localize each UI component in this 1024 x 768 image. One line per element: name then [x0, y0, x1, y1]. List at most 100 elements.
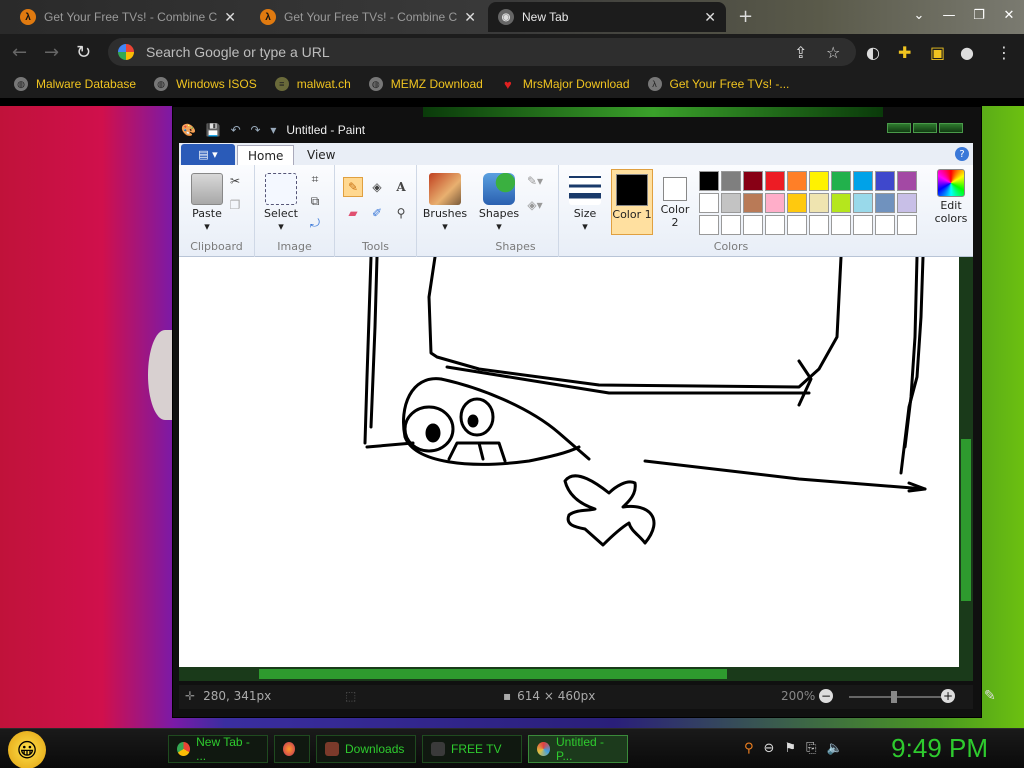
menu-icon[interactable]: ⋮	[996, 43, 1012, 62]
horizontal-scrollbar[interactable]	[179, 667, 973, 681]
color1-button[interactable]: Color 1	[611, 169, 653, 235]
minimize-icon[interactable]: —	[934, 0, 964, 30]
palette-swatch[interactable]	[743, 215, 763, 235]
color2-button[interactable]: Color 2	[657, 169, 693, 229]
palette-swatch[interactable]	[875, 171, 895, 191]
palette-swatch[interactable]	[787, 215, 807, 235]
text-icon[interactable]: A	[391, 177, 411, 197]
palette-swatch[interactable]	[699, 193, 719, 213]
new-tab-icon[interactable]: +	[738, 6, 753, 27]
shapes-button[interactable]: Shapes ▾	[475, 173, 523, 233]
fill-shape-icon[interactable]: ◈▾	[525, 195, 545, 215]
help-icon[interactable]: ?	[955, 147, 969, 161]
palette-swatch[interactable]	[721, 171, 741, 191]
pencil-icon[interactable]: ✎	[343, 177, 363, 197]
restore-icon[interactable]: ❐	[964, 0, 994, 30]
color-picker-icon[interactable]: ✐	[367, 203, 387, 223]
palette-swatch[interactable]	[831, 215, 851, 235]
bookmark-item[interactable]: ♥ MrsMajor Download	[501, 77, 630, 92]
palette-swatch[interactable]	[809, 171, 829, 191]
palette-swatch[interactable]	[853, 171, 873, 191]
bookmark-item[interactable]: λ Get Your Free TVs! -...	[647, 77, 789, 91]
palette-swatch[interactable]	[831, 171, 851, 191]
save-icon[interactable]: 💾	[206, 123, 221, 137]
zoom-slider-track[interactable]	[849, 696, 945, 698]
side-panel-icon[interactable]: ▣	[930, 43, 945, 62]
copy-icon[interactable]: ❐	[225, 195, 245, 215]
palette-swatch[interactable]	[809, 215, 829, 235]
palette-swatch[interactable]	[765, 215, 785, 235]
palette-swatch[interactable]	[699, 171, 719, 191]
palette-swatch[interactable]	[831, 193, 851, 213]
close-button[interactable]	[939, 123, 963, 133]
omnibox[interactable]	[108, 38, 856, 66]
file-menu-button[interactable]: ▤ ▾	[181, 144, 235, 165]
palette-swatch[interactable]	[743, 193, 763, 213]
palette-swatch[interactable]	[721, 215, 741, 235]
tab-view[interactable]: View	[297, 145, 345, 165]
palette-swatch[interactable]	[699, 215, 719, 235]
scroll-thumb[interactable]	[259, 669, 727, 679]
fill-icon[interactable]: ◈	[367, 177, 387, 197]
bookmark-item[interactable]: ◍ Windows ISOS	[154, 77, 257, 91]
address-input[interactable]	[146, 44, 766, 60]
taskbar-item[interactable]: FREE TV	[422, 735, 522, 763]
zoom-out-button[interactable]: −	[819, 689, 833, 703]
select-button[interactable]: Select ▾	[257, 173, 305, 233]
palette-swatch[interactable]	[897, 215, 917, 235]
browser-tab[interactable]: λ Get Your Free TVs! - Combine C ✕	[250, 2, 486, 32]
palette-swatch[interactable]	[721, 193, 741, 213]
palette-swatch[interactable]	[787, 171, 807, 191]
taskbar-item[interactable]	[274, 735, 310, 763]
minus-circle-icon[interactable]: ⊖	[764, 741, 775, 756]
flag-icon[interactable]: ⚑	[784, 741, 796, 756]
close-icon[interactable]: ✕	[464, 9, 476, 26]
maximize-button[interactable]	[913, 123, 937, 133]
palette-swatch[interactable]	[897, 171, 917, 191]
bookmark-item[interactable]: ≡ malwat.ch	[274, 77, 351, 91]
crop-icon[interactable]: ⌗	[305, 169, 325, 189]
zoom-in-button[interactable]: +	[941, 689, 955, 703]
paint-canvas[interactable]	[179, 257, 959, 667]
palette-swatch[interactable]	[765, 193, 785, 213]
outline-icon[interactable]: ✎▾	[525, 171, 545, 191]
network-icon[interactable]: ⎘	[806, 741, 816, 756]
start-button[interactable]: 😀	[8, 731, 46, 768]
undo-icon[interactable]: ↶	[231, 123, 241, 137]
forward-icon[interactable]: →	[44, 42, 59, 63]
star-icon[interactable]: ☆	[826, 43, 840, 62]
eraser-icon[interactable]: ▰	[343, 203, 363, 223]
profile-flag-icon[interactable]: ◐	[866, 43, 880, 62]
taskbar-item[interactable]: New Tab - ...	[168, 735, 268, 763]
volume-icon[interactable]: 🔈	[827, 741, 843, 756]
palette-swatch[interactable]	[853, 215, 873, 235]
close-icon[interactable]: ✕	[224, 9, 236, 26]
chevron-down-icon[interactable]: ⌄	[904, 0, 934, 30]
customize-qat-icon[interactable]: ▾	[270, 123, 276, 137]
close-icon[interactable]: ✕	[704, 9, 716, 26]
palette-swatch[interactable]	[787, 193, 807, 213]
palette-swatch[interactable]	[809, 193, 829, 213]
palette-swatch[interactable]	[743, 171, 763, 191]
browser-tab-active[interactable]: ◉ New Tab ✕	[488, 2, 726, 32]
taskbar-item[interactable]: Untitled - P...	[528, 735, 628, 763]
scroll-thumb[interactable]	[961, 439, 971, 601]
magnifier-icon[interactable]: ⚲	[391, 203, 411, 223]
palette-swatch[interactable]	[875, 193, 895, 213]
palette-swatch[interactable]	[875, 215, 895, 235]
paste-button[interactable]: Paste ▾	[183, 173, 231, 233]
tab-home[interactable]: Home	[237, 145, 295, 165]
vertical-scrollbar[interactable]	[959, 257, 973, 667]
redo-icon[interactable]: ↷	[250, 123, 260, 137]
taskbar-item[interactable]: Downloads	[316, 735, 416, 763]
rotate-icon[interactable]: ⤾	[305, 213, 325, 233]
close-icon[interactable]: ✕	[994, 0, 1024, 30]
edit-colors-button[interactable]: Edit colors	[927, 169, 975, 225]
bookmark-item[interactable]: ◍ MEMZ Download	[368, 77, 483, 91]
paint-app-icon[interactable]: 🎨	[181, 123, 196, 137]
back-icon[interactable]: ←	[12, 42, 27, 63]
avatar[interactable]: ●	[960, 43, 974, 62]
minimize-button[interactable]	[887, 123, 911, 133]
palette-swatch[interactable]	[765, 171, 785, 191]
bookmark-item[interactable]: ◍ Malware Database	[14, 77, 136, 91]
